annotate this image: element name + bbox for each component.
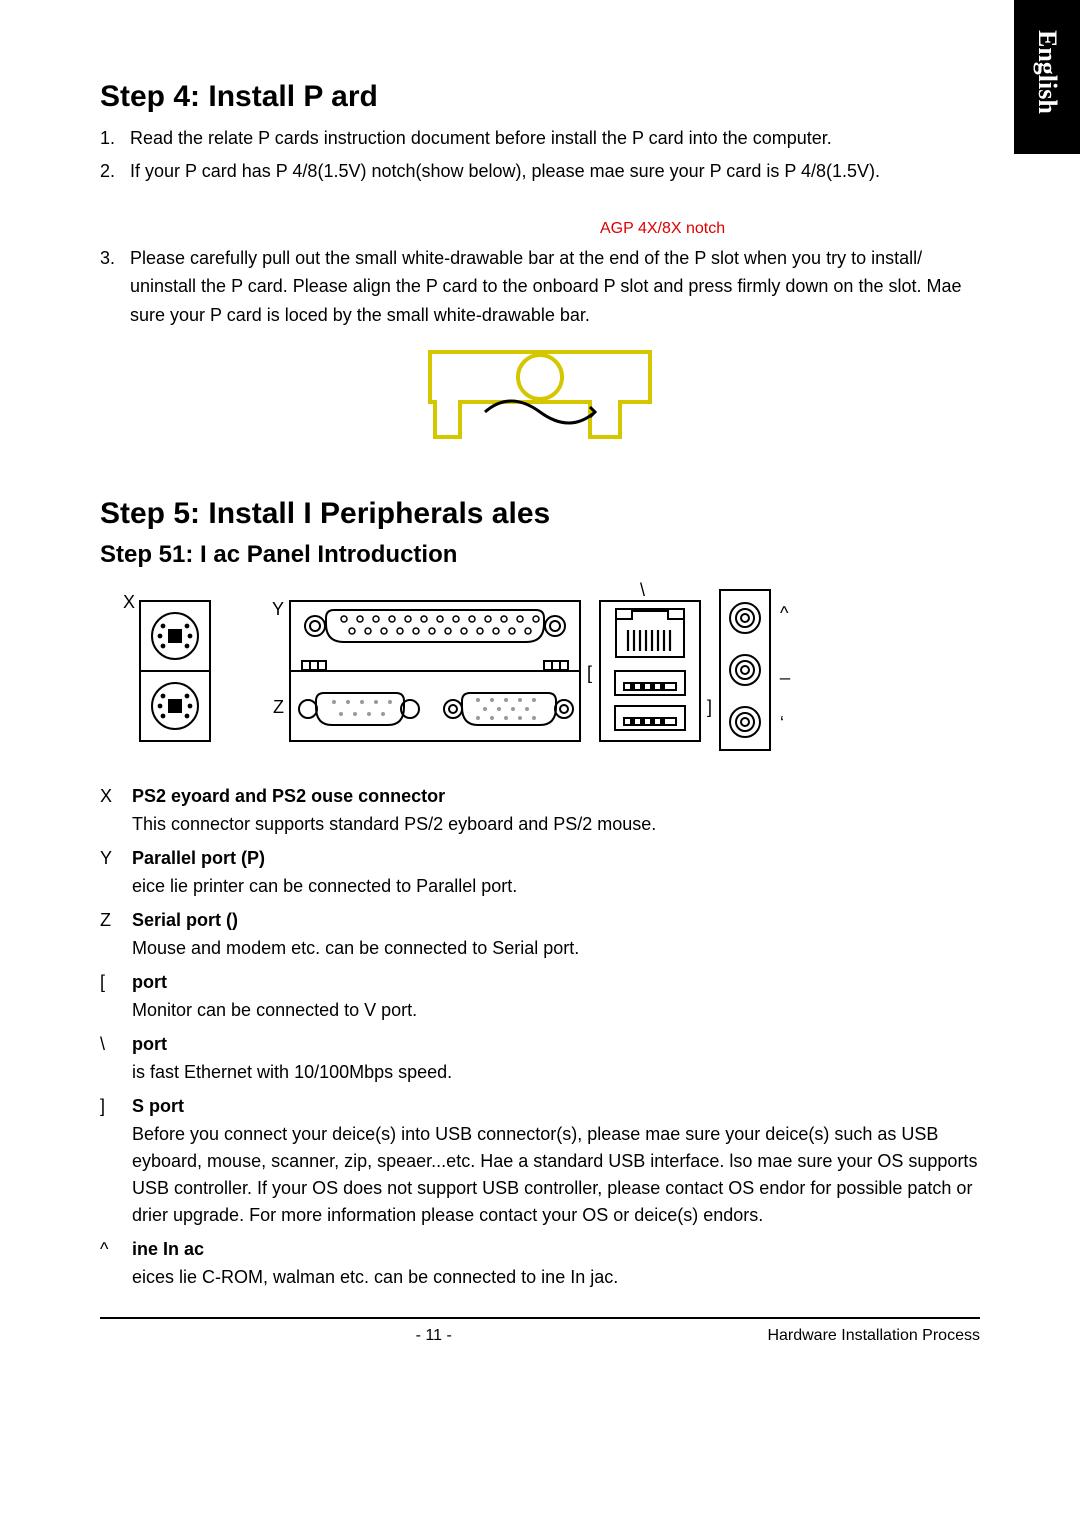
- list-text: If your P card has P 4/8(1.5V) notch(sho…: [130, 157, 980, 186]
- port-symbol: Y: [100, 848, 112, 869]
- port-description: [ port Monitor can be connected to V por…: [100, 972, 980, 1024]
- list-number: 1.: [100, 124, 130, 153]
- port-symbol: ]: [100, 1096, 105, 1117]
- port-title: Serial port (): [132, 910, 980, 931]
- label-caret: ^: [780, 603, 789, 623]
- label-apostrophe: ‘: [780, 713, 784, 733]
- port-desc: This connector supports standard PS/2 ey…: [132, 811, 980, 838]
- port-title: port: [132, 1034, 980, 1055]
- step51-subtitle: Step 51: I ac Panel Introduction: [100, 541, 980, 569]
- port-desc: Mouse and modem etc. can be connected to…: [132, 935, 980, 962]
- port-title: ine In ac: [132, 1239, 980, 1260]
- port-title: Parallel port (P): [132, 848, 980, 869]
- label-open-bracket: [: [587, 663, 592, 683]
- port-description: Z Serial port () Mouse and modem etc. ca…: [100, 910, 980, 962]
- list-text: Please carefully pull out the small whit…: [130, 244, 980, 330]
- agp-notch-label: AGP 4X/8X notch: [600, 220, 980, 238]
- section-name: Hardware Installation Process: [767, 1327, 980, 1345]
- back-panel-diagram: X Y Z [ \ ] ^ _ ‘: [100, 581, 980, 766]
- port-title: PS2 eyoard and PS2 ouse connector: [132, 786, 980, 807]
- port-title: S port: [132, 1096, 980, 1117]
- port-desc: Before you connect your deice(s) into US…: [132, 1121, 980, 1229]
- port-description: Y Parallel port (P) eice lie printer can…: [100, 848, 980, 900]
- list-number: 3.: [100, 244, 130, 330]
- port-description: X PS2 eyoard and PS2 ouse connector This…: [100, 786, 980, 838]
- document-page: Step 4: Install P ard 1. Read the relate…: [0, 0, 1080, 1385]
- step4-title: Step 4: Install P ard: [100, 80, 980, 114]
- port-symbol: ^: [100, 1239, 108, 1260]
- agp-card-diagram: [100, 342, 980, 467]
- port-symbol: \: [100, 1034, 105, 1055]
- list-item: 3. Please carefully pull out the small w…: [100, 244, 980, 330]
- port-symbol: X: [100, 786, 112, 807]
- port-desc: eice lie printer can be connected to Par…: [132, 873, 980, 900]
- port-title: port: [132, 972, 980, 993]
- port-desc: Monitor can be connected to V port.: [132, 997, 980, 1024]
- port-description: \ port is fast Ethernet with 10/100Mbps …: [100, 1034, 980, 1086]
- port-desc: eices lie C-ROM, walman etc. can be conn…: [132, 1264, 980, 1291]
- port-description: ^ ine In ac eices lie C-ROM, walman etc.…: [100, 1239, 980, 1291]
- port-symbol: Z: [100, 910, 111, 931]
- label-Z: Z: [273, 697, 284, 717]
- label-Y: Y: [272, 599, 284, 619]
- port-symbol: [: [100, 972, 105, 993]
- label-X: X: [123, 592, 135, 612]
- list-item: 1. Read the relate P cards instruction d…: [100, 124, 980, 153]
- label-close-bracket: ]: [707, 697, 712, 717]
- port-desc: is fast Ethernet with 10/100Mbps speed.: [132, 1059, 980, 1086]
- label-underscore: _: [779, 660, 791, 681]
- page-number: - 11 -: [416, 1327, 452, 1345]
- step5-title: Step 5: Install I Peripherals ales: [100, 497, 980, 531]
- label-backslash: \: [640, 580, 645, 600]
- list-number: 2.: [100, 157, 130, 186]
- port-description: ] S port Before you connect your deice(s…: [100, 1096, 980, 1229]
- list-item: 2. If your P card has P 4/8(1.5V) notch(…: [100, 157, 980, 186]
- page-footer: - 11 - Hardware Installation Process: [100, 1317, 980, 1345]
- list-text: Read the relate P cards instruction docu…: [130, 124, 980, 153]
